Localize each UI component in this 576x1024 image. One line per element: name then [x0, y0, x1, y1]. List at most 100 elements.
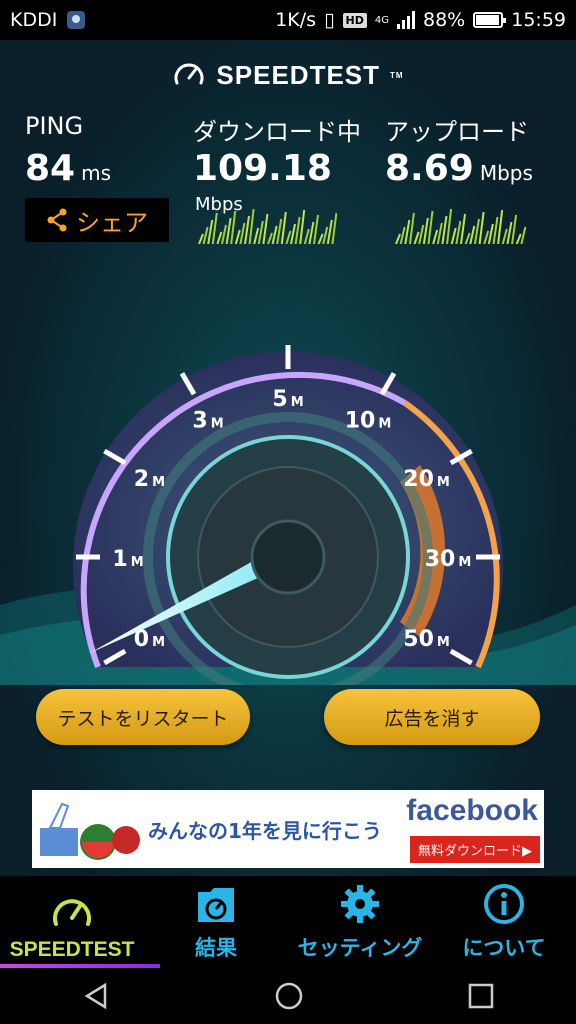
graph-bar: [285, 230, 292, 244]
graph-bar: [317, 233, 324, 244]
graph-bar: [506, 221, 513, 244]
graph-bar: [441, 215, 448, 244]
download-value: 109.18: [193, 148, 332, 189]
logo-text: SPEEDTEST: [216, 59, 381, 90]
share-label: シェア: [76, 208, 148, 237]
upload-value: 8.69: [385, 148, 474, 189]
graph-bar: [253, 227, 260, 244]
ad-text: みんなの1年を見に行こう: [148, 818, 382, 843]
gear-icon: [341, 885, 379, 923]
graph-bar: [515, 233, 522, 244]
graph-bar: [280, 211, 287, 244]
graph-bar: [308, 221, 315, 244]
graph-bar: [276, 218, 283, 244]
graph-bar: [418, 224, 425, 244]
graph-bar: [399, 226, 406, 244]
nav-label-settings: セッティング: [297, 936, 423, 960]
clock: 15:59: [511, 9, 566, 31]
signal-icon: [397, 11, 415, 29]
vibrate-icon: ▯: [324, 9, 335, 31]
graph-bar: [473, 218, 480, 244]
nav-settings[interactable]: セッティング: [288, 876, 432, 968]
gauge-center: [250, 519, 326, 595]
speedtest-logo: SPEEDTEST TM: [0, 58, 576, 92]
battery-percent: 88%: [423, 9, 466, 31]
graph-bar: [501, 228, 508, 244]
nav-results[interactable]: 結果: [144, 876, 288, 968]
graph-bar: [408, 212, 415, 244]
graph-bar: [331, 212, 337, 244]
network-type: 4G: [374, 14, 389, 26]
bottom-nav: SPEEDTEST 結果 セッティング について: [0, 876, 576, 968]
status-bar: KDDI 1K/s ▯ HD 4G 88% 15:59: [0, 0, 576, 40]
graph-bar: [422, 217, 429, 244]
graph-bar: [497, 209, 504, 244]
graph-bar: [262, 213, 269, 244]
graph-bar: [313, 214, 319, 244]
ping-unit: ms: [81, 161, 112, 185]
graph-bar: [225, 217, 232, 244]
trademark: TM: [390, 70, 404, 80]
location-icon: [67, 11, 86, 29]
graph-bar: [432, 229, 439, 244]
download-speed-graph: [198, 208, 337, 244]
ping-label: PING: [25, 112, 84, 140]
graph-bar: [483, 230, 490, 244]
graph-bar: [520, 226, 527, 244]
speed-gauge: 0 M1 M2 M3 M5 M10 M20 M30 M50 M: [0, 345, 576, 685]
graph-bar: [202, 226, 209, 244]
graph-bar: [290, 223, 296, 244]
speedometer-icon: [53, 899, 91, 926]
graph-bar: [244, 215, 250, 244]
nav-label-about: について: [462, 936, 546, 960]
share-button[interactable]: シェア: [25, 198, 169, 242]
nav-label-speedtest: SPEEDTEST: [9, 938, 135, 961]
graph-bar: [207, 219, 214, 244]
remove-ads-button[interactable]: 広告を消す: [324, 689, 540, 745]
restart-test-button[interactable]: テストをリスタート: [36, 689, 250, 745]
graph-bar: [267, 232, 273, 244]
graph-bar: [427, 210, 434, 244]
nav-about[interactable]: について: [432, 876, 576, 968]
carrier-name: KDDI: [10, 9, 58, 31]
upload-label: アップロード: [385, 118, 529, 146]
home-icon[interactable]: [273, 980, 305, 1012]
back-icon[interactable]: [81, 981, 111, 1011]
graph-bar: [464, 232, 471, 244]
graph-bar: [395, 233, 401, 244]
upload-unit: Mbps: [479, 161, 533, 185]
graph-bar: [257, 220, 264, 244]
recent-apps-icon[interactable]: [467, 982, 495, 1010]
share-icon: [47, 208, 67, 232]
graph-bar: [248, 208, 255, 244]
system-nav-bar: [0, 968, 576, 1024]
upload-speed-graph: [395, 208, 527, 244]
graph-bar: [511, 214, 518, 244]
graph-bar: [198, 233, 204, 244]
graph-bar: [404, 219, 411, 244]
graph-bar: [455, 220, 462, 244]
facebook-logo: facebook: [406, 794, 538, 827]
nav-speedtest[interactable]: SPEEDTEST: [0, 876, 144, 968]
main-area: SPEEDTEST TM PING 84 ms ダウンロード中 109.18 Mbp…: [0, 40, 576, 876]
graph-bar: [492, 216, 499, 244]
ping-value: 84: [25, 148, 76, 189]
graph-bar: [294, 216, 301, 244]
graph-bar: [271, 225, 278, 244]
graph-bar: [478, 211, 485, 244]
graph-bar: [299, 209, 306, 244]
ad-download-button[interactable]: 無料ダウンロード▶: [410, 836, 540, 863]
graph-bar: [326, 219, 333, 244]
graph-bar: [234, 229, 241, 244]
results-folder-icon: [198, 888, 234, 922]
graph-bar: [230, 210, 237, 244]
hd-badge: HD: [342, 12, 367, 28]
graph-bar: [239, 222, 246, 244]
battery-icon: [473, 12, 507, 28]
upload-value-row: 8.69 Mbps: [385, 148, 533, 189]
speedometer-logo-icon: [174, 63, 204, 85]
ad-banner[interactable]: みんなの1年を見に行こう facebook 無料ダウンロード▶: [32, 790, 544, 868]
graph-bar: [413, 231, 420, 244]
graph-bar: [450, 227, 457, 244]
graph-bar: [446, 208, 453, 244]
